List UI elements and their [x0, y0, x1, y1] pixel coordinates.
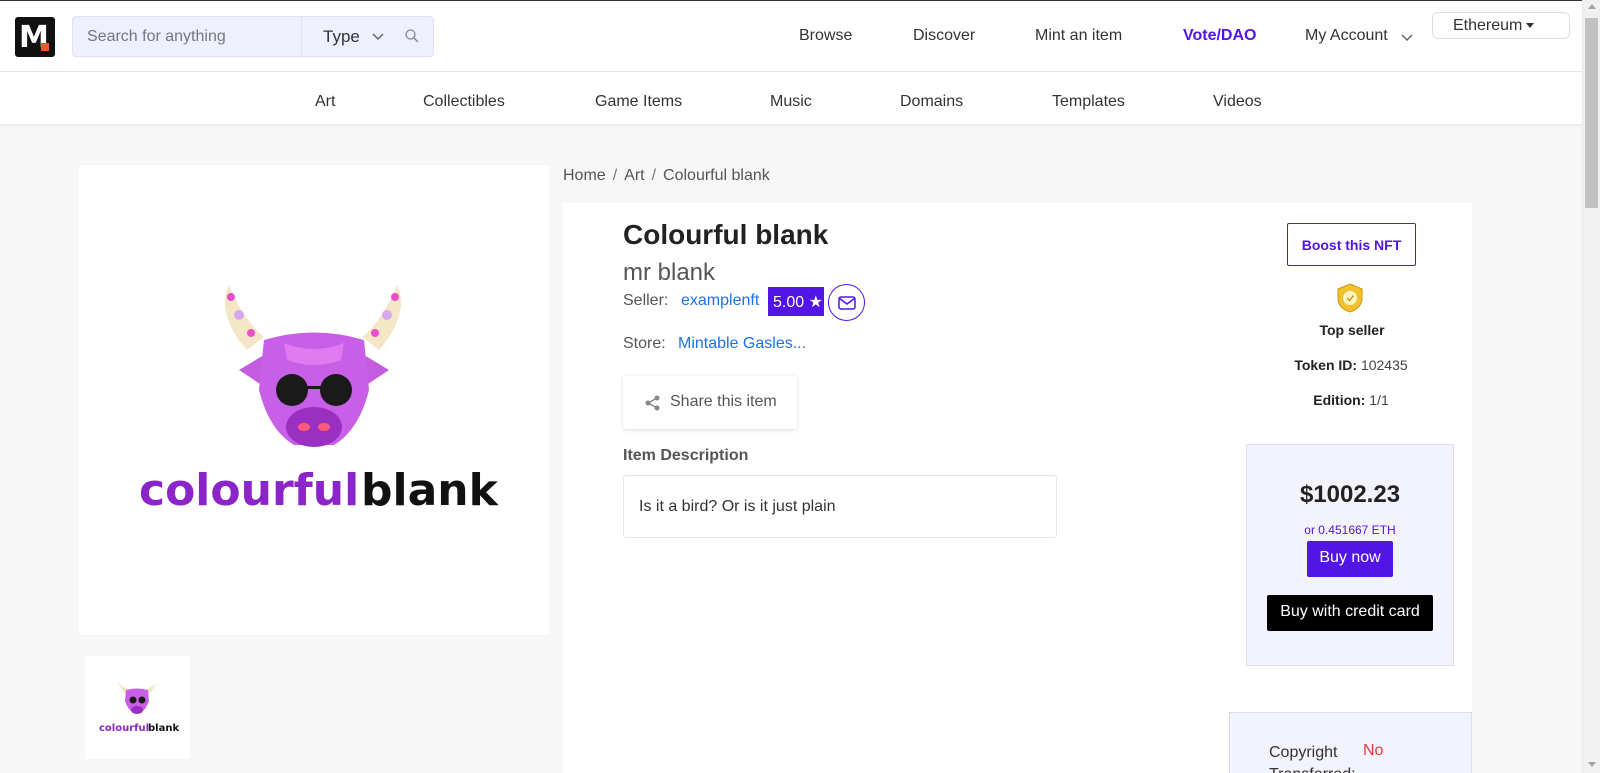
page-scrollbar[interactable]	[1582, 0, 1600, 773]
category-bar: Art Collectibles Game Items Music Domain…	[0, 72, 1582, 124]
breadcrumb-art[interactable]: Art	[624, 167, 644, 184]
nft-main-image[interactable]: colourful blank	[79, 165, 549, 635]
chevron-down-icon[interactable]	[1400, 30, 1414, 44]
network-dropdown[interactable]: Ethereum	[1432, 12, 1570, 39]
seller-rating: 5.00	[773, 294, 805, 311]
network-label: Ethereum	[1453, 17, 1523, 34]
type-select[interactable]: Type	[323, 27, 360, 47]
buy-with-credit-card-button[interactable]: Buy with credit card	[1267, 595, 1433, 631]
edition-label: Edition:	[1313, 392, 1366, 408]
nav-my-account[interactable]: My Account	[1305, 27, 1388, 45]
buy-now-button[interactable]: Buy now	[1307, 541, 1393, 577]
seller-label: Seller:	[623, 292, 669, 309]
caret-down-icon	[1526, 23, 1535, 29]
category-videos[interactable]: Videos	[1213, 93, 1262, 111]
nav-discover[interactable]: Discover	[913, 27, 975, 45]
item-title: Colourful blank	[623, 219, 829, 250]
top-seller-label: Top seller	[1319, 322, 1385, 338]
nav-vote-dao[interactable]: Vote/DAO	[1183, 27, 1256, 45]
price-usd: $1002.23	[1299, 481, 1401, 508]
nav-browse[interactable]: Browse	[799, 27, 852, 45]
share-button[interactable]: Share this item	[623, 376, 797, 429]
thumbnail-image: colourful blank	[99, 683, 179, 734]
edition-row: Edition: 1/1	[1263, 392, 1439, 408]
nav-mint-an-item[interactable]: Mint an item	[1035, 27, 1122, 45]
scroll-down-icon[interactable]	[1588, 762, 1596, 767]
price-eth: or 0.451667 ETH	[1304, 523, 1396, 537]
boost-nft-button[interactable]: Boost this NFT	[1287, 223, 1416, 266]
token-id-value: 102435	[1360, 357, 1408, 373]
category-music[interactable]: Music	[770, 93, 812, 111]
search-divider	[301, 17, 302, 56]
search-bar: Type	[72, 16, 434, 57]
breadcrumb-home[interactable]: Home	[563, 167, 606, 184]
store-label: Store:	[623, 335, 666, 352]
scroll-thumb[interactable]	[1585, 18, 1598, 208]
share-icon	[645, 395, 660, 411]
artwork-word-blank: blank	[361, 465, 500, 516]
edition-value: 1/1	[1369, 392, 1389, 408]
thumbnail-word-colourful: colourful	[99, 723, 149, 734]
item-creator[interactable]: mr blank	[623, 259, 715, 287]
price-panel: $1002.23 or 0.451667 ETH Buy now Buy wit…	[1246, 444, 1454, 666]
category-domains[interactable]: Domains	[900, 93, 963, 111]
category-art[interactable]: Art	[315, 93, 335, 111]
breadcrumb-current: Colourful blank	[663, 167, 770, 184]
copyright-panel: Copyright Transferred: No	[1229, 712, 1472, 773]
copyright-value: No	[1363, 742, 1384, 759]
mail-icon	[838, 296, 856, 310]
token-id-label: Token ID:	[1294, 357, 1358, 373]
message-seller-button[interactable]	[828, 284, 865, 321]
description-text: Is it a bird? Or is it just plain	[623, 475, 1057, 538]
breadcrumb: Home / Art / Colourful blank	[563, 167, 770, 184]
search-icon[interactable]	[404, 28, 420, 44]
top-navbar: M Type Browse Discover Mint an item Vote…	[0, 0, 1582, 72]
star-icon: ★	[808, 294, 823, 311]
nft-thumbnail[interactable]: colourful blank	[85, 656, 190, 759]
scroll-up-icon[interactable]	[1588, 4, 1596, 9]
share-label: Share this item	[670, 393, 777, 410]
category-templates[interactable]: Templates	[1052, 93, 1125, 111]
category-game-items[interactable]: Game Items	[595, 93, 682, 111]
description-heading: Item Description	[623, 447, 749, 464]
seller-rating-badge: 5.00 ★	[768, 287, 824, 316]
token-id-row: Token ID: 102435	[1263, 357, 1439, 373]
artwork-word-colourful: colourful	[139, 465, 359, 516]
chevron-down-icon[interactable]	[370, 26, 386, 46]
category-collectibles[interactable]: Collectibles	[423, 93, 505, 111]
search-input[interactable]	[73, 17, 301, 56]
store-link[interactable]: Mintable Gasles...	[678, 335, 806, 353]
artwork-image: colourful blank	[139, 285, 500, 516]
top-seller-shield-icon	[1337, 283, 1363, 313]
thumbnail-word-blank: blank	[148, 723, 179, 734]
mintable-logo[interactable]: M	[15, 17, 55, 57]
item-details-card: Colourful blank mr blank Seller: example…	[563, 203, 1472, 773]
seller-link[interactable]: examplenft	[681, 292, 759, 310]
